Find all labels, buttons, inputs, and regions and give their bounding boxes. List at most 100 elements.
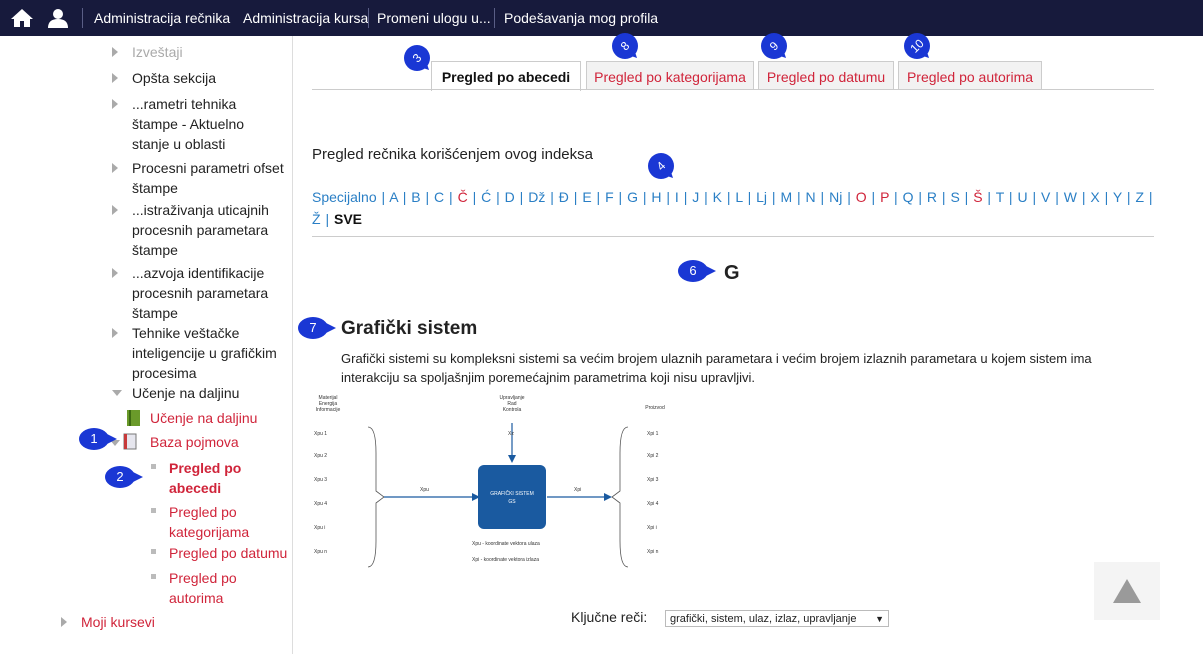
letter-separator: | [376,189,390,205]
diagram-input: Xpu 4 [314,501,327,507]
entry-title: Grafički sistem [341,318,478,339]
sidebar-item-moji-kursevi[interactable]: Moji kursevi [61,612,155,632]
menu-admin-kursa[interactable]: Administracija kursa [243,10,368,26]
letter-separator: | [959,189,974,205]
letter-link[interactable]: Š [973,189,982,205]
bullet-icon [151,574,156,579]
diagram-system-box [478,465,546,529]
tab-pregled-autorima[interactable]: Pregled po autorima [898,61,1042,90]
letter-separator: | [1099,189,1113,205]
letter-link: SVE [333,211,362,227]
sidebar-item-procesni[interactable]: Procesni parametri ofset štampe [112,158,284,198]
sidebar-item-izvestaji[interactable]: Izveštaji [112,42,183,62]
letter-link[interactable]: D [505,189,515,205]
diagram-output: Xpi 3 [647,477,659,483]
letter-link[interactable]: H [651,189,661,205]
chevron-right-icon [112,205,118,215]
letter-link[interactable]: F [605,189,614,205]
diagram-brace-left [367,426,385,568]
letter-separator: | [1122,189,1136,205]
letter-separator: | [320,211,334,227]
letter-link[interactable]: Ć [481,189,491,205]
sidebar-link-baza-pojmova[interactable]: Baza pojmova [110,432,239,452]
letter-separator: | [815,189,830,205]
letter-link[interactable]: Lj [756,189,767,205]
letter-separator: | [591,189,606,205]
letter-link[interactable]: E [582,189,591,205]
letter-link[interactable]: K [713,189,722,205]
user-icon[interactable] [46,8,70,28]
tab-pregled-kategorijama[interactable]: Pregled po kategorijama [586,61,754,90]
menu-podesavanja[interactable]: Podešavanja mog profila [504,10,658,26]
tab-pregled-abecedi[interactable]: Pregled po abecedi [431,61,581,91]
sidebar-item-ucenje[interactable]: Učenje na daljinu [112,383,239,403]
sidebar-link-pregled-abecedi[interactable]: Pregled po abecedi [151,458,279,498]
divider [312,236,1154,237]
letter-link[interactable]: S [950,189,959,205]
sidebar-item-istrazivanja[interactable]: ...istraživanja uticajnih procesnih para… [112,200,284,260]
letter-link[interactable]: Nj [829,189,842,205]
letter-link[interactable]: Y [1113,189,1122,205]
sidebar-link-pregled-datumu[interactable]: Pregled po datumu [151,543,287,563]
letter-link[interactable]: U [1017,189,1027,205]
bullet-icon [151,508,156,513]
letter-link[interactable]: L [735,189,742,205]
letter-link[interactable]: C [434,189,444,205]
letter-link[interactable]: Z [1135,189,1144,205]
sidebar-item-parametri[interactable]: ...rametri tehnika štampe - Aktuelno sta… [112,94,284,154]
letter-link[interactable]: M [780,189,792,205]
letter-separator: | [866,189,881,205]
sidebar-item-razvoja[interactable]: ...azvoja identifikacije procesnih param… [112,263,284,323]
letter-link[interactable]: G [627,189,638,205]
letter-link[interactable]: N [806,189,816,205]
letter-link[interactable]: T [996,189,1004,205]
keywords-select[interactable]: grafički, sistem, ulaz, izlaz, upravljan… [665,610,889,627]
letter-separator: | [982,189,996,205]
arrow-icon [508,455,516,463]
letter-separator: | [937,189,951,205]
diagram-input: Xpu n [314,549,327,555]
tab-divider [312,89,1154,90]
letter-link[interactable]: Specijalno [312,189,377,205]
letter-separator: | [613,189,628,205]
letter-link[interactable]: A [389,189,398,205]
letter-link[interactable]: P [880,189,889,205]
letter-link[interactable]: Đ [559,189,569,205]
sidebar: Izveštaji Opšta sekcija ...rametri tehni… [0,36,293,654]
sidebar-link-pregled-kategorijama[interactable]: Pregled po kategorijama [151,502,279,542]
letter-separator: | [444,189,458,205]
letter-separator: | [491,189,505,205]
letter-separator: | [568,189,583,205]
letter-link[interactable]: W [1064,189,1077,205]
letter-link[interactable]: Ž [312,211,321,227]
sidebar-item-tehnike[interactable]: Tehnike veštačke inteligencije u grafičk… [112,323,284,383]
menu-promeni-ulogu[interactable]: Promeni ulogu u... [377,10,491,26]
letter-link[interactable]: Q [903,189,914,205]
diagram-input: Xpu i [314,525,325,531]
letter-link[interactable]: V [1041,189,1050,205]
menu-admin-recnika[interactable]: Administracija rečnika [94,10,230,26]
arrow-up-icon [1113,579,1141,603]
letter-link[interactable]: B [411,189,420,205]
current-letter: G [724,262,740,284]
chevron-right-icon [112,73,118,83]
letter-link[interactable]: Č [458,189,468,205]
letter-link[interactable]: O [856,189,867,205]
sidebar-link-pregled-autorima[interactable]: Pregled po autorima [151,568,279,608]
sidebar-item-opsta-sekcija[interactable]: Opšta sekcija [112,68,216,88]
home-icon[interactable] [10,8,34,28]
diagram-output: Xpi 4 [647,501,659,507]
letter-link[interactable]: Dž [528,189,545,205]
letter-separator: | [1050,189,1064,205]
sidebar-link-ucenje[interactable]: Učenje na daljinu [127,408,257,428]
arrow-icon [604,493,612,501]
scroll-to-top-button[interactable] [1094,562,1160,620]
tab-pregled-datumu[interactable]: Pregled po datumu [758,61,894,90]
diagram-output: Xpi n [647,549,659,555]
bullet-icon [151,464,156,469]
letter-link[interactable]: X [1090,189,1099,205]
diagram-input: Xpu 3 [314,477,327,483]
letter-separator: | [1027,189,1041,205]
letter-separator: | [1144,189,1153,205]
letter-link[interactable]: R [927,189,937,205]
